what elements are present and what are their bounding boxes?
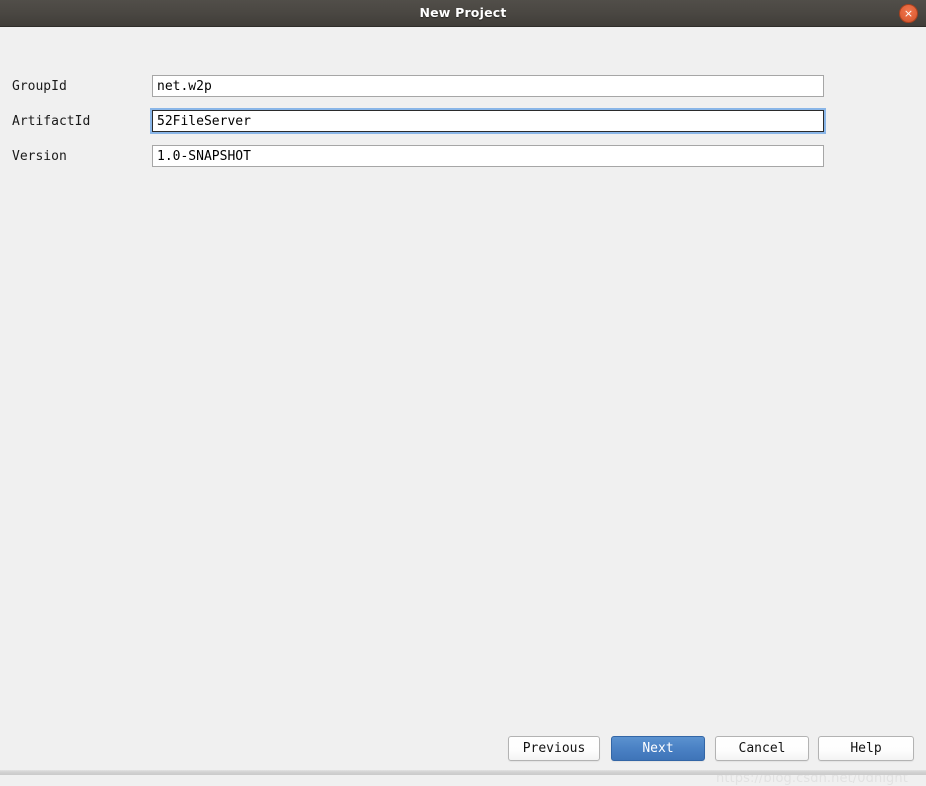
form-row-version: Version xyxy=(0,145,926,180)
close-icon[interactable]: × xyxy=(899,4,918,23)
form-row-artifactid: ArtifactId xyxy=(0,110,926,145)
version-label: Version xyxy=(12,149,67,164)
close-glyph: × xyxy=(904,8,913,19)
cancel-button[interactable]: Cancel xyxy=(715,736,809,761)
form-row-groupid: GroupId xyxy=(0,75,926,110)
version-input[interactable] xyxy=(152,145,824,167)
artifactid-label: ArtifactId xyxy=(12,114,90,129)
previous-button[interactable]: Previous xyxy=(508,736,600,761)
project-form: GroupId ArtifactId Version xyxy=(0,75,926,180)
groupid-input[interactable] xyxy=(152,75,824,97)
next-button[interactable]: Next xyxy=(611,736,705,761)
help-button[interactable]: Help xyxy=(818,736,914,761)
window-titlebar: New Project × xyxy=(0,0,926,27)
window-bottom-edge xyxy=(0,770,926,775)
window-title: New Project xyxy=(0,5,926,20)
dialog-button-bar: Previous Next Cancel Help xyxy=(0,736,926,766)
artifactid-input[interactable] xyxy=(152,110,824,132)
groupid-label: GroupId xyxy=(12,79,67,94)
dialog-body: GroupId ArtifactId Version Previous Next… xyxy=(0,27,926,775)
